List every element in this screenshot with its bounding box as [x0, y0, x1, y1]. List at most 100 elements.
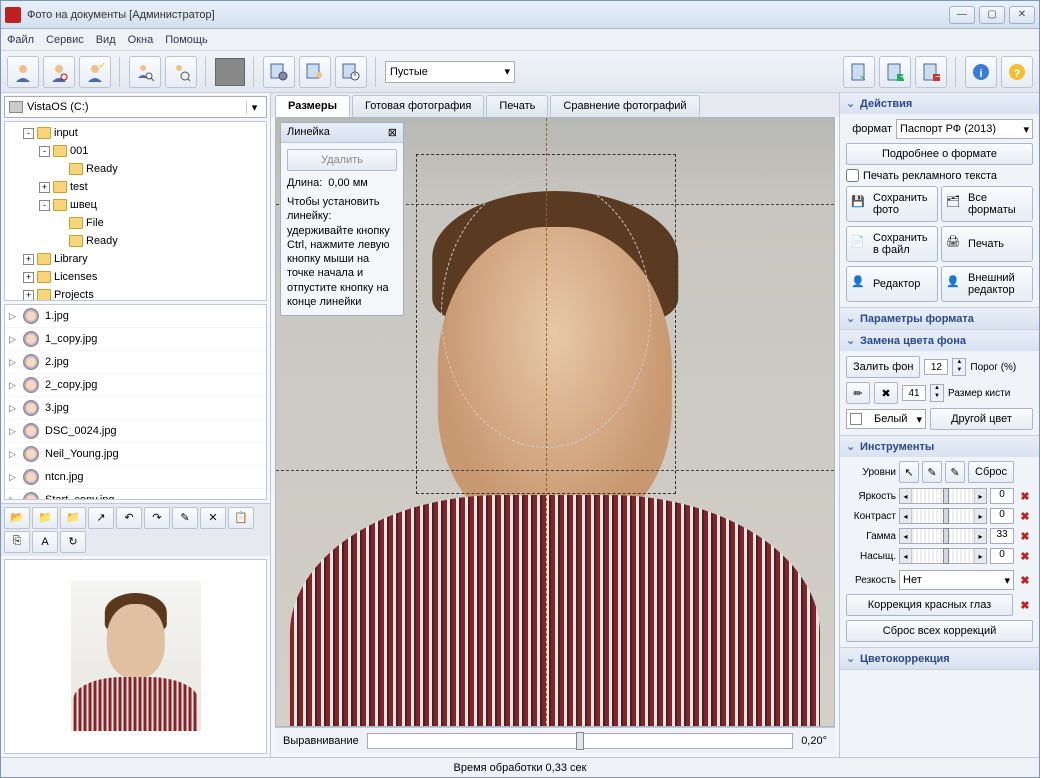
tool-person-1[interactable]	[7, 56, 39, 88]
file-item[interactable]: ▷1_copy.jpg	[5, 328, 266, 351]
slider[interactable]: ◂▸	[899, 488, 987, 504]
delete-icon[interactable]: ✖	[1017, 572, 1033, 588]
menu-help[interactable]: Помощь	[165, 34, 208, 46]
all-formats-button[interactable]: 🗂Все форматы	[941, 186, 1033, 222]
bg-header[interactable]: ⌄Замена цвета фона	[840, 330, 1039, 351]
folder-red-icon[interactable]: 📁	[60, 507, 86, 529]
brush-tool-2[interactable]: ✖	[874, 382, 898, 404]
brush-size-input[interactable]	[902, 385, 926, 401]
close-button[interactable]: ✕	[1009, 6, 1035, 24]
ruler-delete-button[interactable]: Удалить	[287, 149, 397, 171]
help-button[interactable]: ?	[1001, 56, 1033, 88]
tree-item[interactable]: -швец	[7, 196, 264, 214]
tool-person-2[interactable]	[43, 56, 75, 88]
slider[interactable]: ◂▸	[899, 508, 987, 524]
threshold-input[interactable]	[924, 359, 948, 375]
drive-select[interactable]: VistaOS (C:) ▾	[4, 96, 267, 118]
print-button[interactable]: 🖨Печать	[941, 226, 1033, 262]
tab-compare[interactable]: Сравнение фотографий	[550, 95, 699, 117]
minimize-button[interactable]: —	[949, 6, 975, 24]
file-item[interactable]: ▷3.jpg	[5, 397, 266, 420]
tree-item[interactable]: +Projects	[7, 286, 264, 301]
file-item[interactable]: ▷1.jpg	[5, 305, 266, 328]
editor-button[interactable]: 👤Редактор	[846, 266, 938, 302]
folder-tree[interactable]: -input-001Ready+test-швецFileReady+Libra…	[4, 121, 267, 301]
refresh-icon[interactable]: ↻	[60, 531, 86, 553]
levels-picker-1[interactable]: ↖	[899, 461, 919, 483]
format-select[interactable]: Паспорт РФ (2013)▾	[896, 119, 1033, 139]
slider[interactable]: ◂▸	[899, 548, 987, 564]
levels-reset-button[interactable]: Сброс	[968, 461, 1014, 483]
tool-person-3[interactable]	[79, 56, 111, 88]
face-oval[interactable]	[441, 178, 651, 448]
delete-icon[interactable]: ✖	[1017, 528, 1033, 544]
maximize-button[interactable]: ▢	[979, 6, 1005, 24]
tool-list-clock[interactable]	[335, 56, 367, 88]
tree-item[interactable]: +Library	[7, 250, 264, 268]
delete-icon[interactable]: ✖	[1017, 488, 1033, 504]
brush-tool-1[interactable]: ✏	[846, 382, 870, 404]
tab-ready-photo[interactable]: Готовая фотография	[352, 95, 484, 117]
redeye-button[interactable]: Коррекция красных глаз	[846, 594, 1013, 616]
save-file-button[interactable]: 📄Сохранить в файл	[846, 226, 938, 262]
file-item[interactable]: ▷DSC_0024.jpg	[5, 420, 266, 443]
bg-color-select[interactable]: Белый▾	[846, 409, 926, 429]
external-editor-button[interactable]: 👤Внешний редактор	[941, 266, 1033, 302]
tool-list-person[interactable]	[299, 56, 331, 88]
delete-icon[interactable]: ✖	[1017, 548, 1033, 564]
menu-view[interactable]: Вид	[96, 34, 116, 46]
delete-icon[interactable]: ✕	[200, 507, 226, 529]
file-item[interactable]: ▷Neil_Young.jpg	[5, 443, 266, 466]
tool-list-gear[interactable]	[263, 56, 295, 88]
tab-sizes[interactable]: Размеры	[275, 95, 350, 117]
delete-icon[interactable]: ✖	[1017, 597, 1033, 613]
edit-icon[interactable]: ✎	[172, 507, 198, 529]
file-list[interactable]: ▷1.jpg▷1_copy.jpg▷2.jpg▷2_copy.jpg▷3.jpg…	[4, 304, 267, 500]
canvas[interactable]: Линейка ⊠ Удалить Длина:0,00 мм Чтобы ус…	[275, 117, 835, 727]
tool-color-swatch[interactable]	[215, 58, 245, 86]
slider[interactable]: ◂▸	[899, 528, 987, 544]
file-item[interactable]: ▷2.jpg	[5, 351, 266, 374]
tool-doc-1[interactable]	[843, 56, 875, 88]
format-more-button[interactable]: Подробнее о формате	[846, 143, 1033, 165]
export-icon[interactable]: ↗	[88, 507, 114, 529]
file-item[interactable]: ▷ntcn.jpg	[5, 466, 266, 489]
tool-search-person-2[interactable]	[165, 56, 197, 88]
menu-service[interactable]: Сервис	[46, 34, 84, 46]
tools-header[interactable]: ⌄Инструменты	[840, 436, 1039, 457]
text-icon[interactable]: A	[32, 531, 58, 553]
paste-icon[interactable]: 📋	[228, 507, 254, 529]
other-color-button[interactable]: Другой цвет	[930, 408, 1033, 430]
tool-doc-add[interactable]: +	[879, 56, 911, 88]
actions-header[interactable]: ⌄Действия	[840, 93, 1039, 114]
threshold-spinner[interactable]: ▲▼	[952, 358, 966, 376]
delete-icon[interactable]: ✖	[1017, 508, 1033, 524]
tree-item[interactable]: -001	[7, 142, 264, 160]
rotate-left-icon[interactable]: ↶	[116, 507, 142, 529]
tool-search-person[interactable]	[129, 56, 161, 88]
file-item[interactable]: ▷Start_copy.jpg	[5, 489, 266, 500]
ad-text-checkbox[interactable]: Печать рекламного текста	[846, 169, 1033, 182]
brush-spinner[interactable]: ▲▼	[930, 384, 944, 402]
toolbar-dropdown[interactable]: Пустые▾	[385, 61, 515, 83]
info-button[interactable]: i	[965, 56, 997, 88]
menu-windows[interactable]: Окна	[128, 34, 154, 46]
tool-doc-remove[interactable]: −	[915, 56, 947, 88]
folder-open-icon[interactable]: 📂	[4, 507, 30, 529]
copy-icon[interactable]: ⎘	[4, 531, 30, 553]
tree-item[interactable]: Ready	[7, 160, 264, 178]
rotate-right-icon[interactable]: ↷	[144, 507, 170, 529]
tree-item[interactable]: Ready	[7, 232, 264, 250]
fill-bg-button[interactable]: Залить фон	[846, 356, 920, 378]
colorcorr-header[interactable]: ⌄Цветокоррекция	[840, 648, 1039, 669]
folder-icon[interactable]: 📁	[32, 507, 58, 529]
sharpness-select[interactable]: Нет▾	[899, 570, 1014, 590]
close-icon[interactable]: ⊠	[388, 126, 397, 139]
tree-item[interactable]: -input	[7, 124, 264, 142]
tree-item[interactable]: +Licenses	[7, 268, 264, 286]
tree-item[interactable]: +test	[7, 178, 264, 196]
reset-all-button[interactable]: Сброс всех коррекций	[846, 620, 1033, 642]
file-item[interactable]: ▷2_copy.jpg	[5, 374, 266, 397]
tree-item[interactable]: File	[7, 214, 264, 232]
menu-file[interactable]: Файл	[7, 34, 34, 46]
